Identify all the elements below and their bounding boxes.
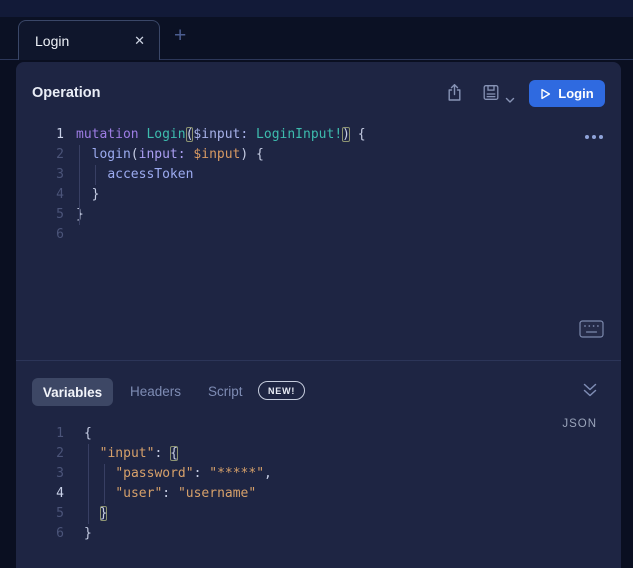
line-number: 3 (16, 165, 64, 185)
line-number: 6 (16, 225, 64, 245)
add-tab-button[interactable]: + (174, 21, 186, 51)
line-number: 6 (16, 524, 64, 544)
indent-guide (104, 464, 105, 504)
line-number: 5 (16, 504, 64, 524)
code-line[interactable]: 4 "user": "username" (16, 484, 621, 504)
panel-divider (16, 360, 621, 361)
line-number: 4 (16, 484, 64, 504)
run-button-label: Login (558, 86, 593, 101)
play-icon (540, 88, 551, 100)
code-line[interactable]: 6 (16, 225, 621, 245)
code-line[interactable]: 3 "password": "*****", (16, 464, 621, 484)
line-number: 4 (16, 185, 64, 205)
bottom-panel-tabs: Variables Headers Script NEW! (16, 378, 621, 406)
tab-headers[interactable]: Headers (130, 378, 181, 406)
top-toolbar-strip (0, 0, 633, 17)
code-text: "password": "*****", (84, 464, 272, 484)
graphql-ide-window: { "colors": { "accent_blue": "#2f6ae0", … (0, 0, 633, 568)
code-line[interactable]: 1{ (16, 424, 621, 444)
line-number: 2 (16, 444, 64, 464)
indent-guide (79, 145, 80, 225)
double-chevron-down-icon[interactable] (582, 383, 598, 403)
tab-script[interactable]: Script (208, 378, 243, 406)
code-line[interactable]: 3 accessToken (16, 165, 621, 185)
variables-editor[interactable]: 1{2 "input": {3 "password": "*****",4 "u… (16, 424, 621, 568)
keyboard-shortcuts-icon[interactable] (579, 320, 604, 343)
indent-guide (95, 165, 96, 185)
tab-login[interactable]: Login ✕ (18, 20, 160, 60)
indent-guide (88, 444, 89, 524)
code-line[interactable]: 5} (16, 205, 621, 225)
share-icon[interactable] (446, 83, 463, 107)
line-number: 2 (16, 145, 64, 165)
tab-bar: Login ✕ + (0, 17, 633, 60)
code-line[interactable]: 5 } (16, 504, 621, 524)
code-text: } (84, 524, 92, 544)
code-line[interactable]: 4 } (16, 185, 621, 205)
line-number: 5 (16, 205, 64, 225)
line-number: 1 (16, 125, 64, 145)
line-number: 1 (16, 424, 64, 444)
operation-card: Operation Login 1 mutation Login($input: … (16, 62, 621, 568)
operation-editor[interactable]: 1 mutation Login($input: LoginInput!) {2 … (16, 125, 621, 360)
new-badge: NEW! (258, 381, 305, 400)
code-text: "user": "username" (84, 484, 256, 504)
close-icon[interactable]: ✕ (134, 33, 159, 49)
line-number: 3 (16, 464, 64, 484)
code-line[interactable]: 2 login(input: $input) { (16, 145, 621, 165)
code-text: "input": { (84, 444, 178, 464)
code-line[interactable]: 6} (16, 524, 621, 544)
panel-title: Operation (32, 85, 100, 101)
tab-label: Login (19, 33, 134, 49)
code-text: { (84, 424, 92, 444)
tab-variables[interactable]: Variables (32, 378, 113, 406)
code-line[interactable]: 2 "input": { (16, 444, 621, 464)
code-text: login(input: $input) { (76, 145, 264, 165)
run-login-button[interactable]: Login (529, 80, 605, 107)
more-ellipsis-icon[interactable] (582, 132, 606, 142)
chevron-down-icon[interactable] (505, 91, 515, 109)
code-text: mutation Login($input: LoginInput!) { (76, 125, 366, 145)
save-icon[interactable] (482, 83, 500, 107)
code-text: accessToken (76, 165, 193, 185)
code-line[interactable]: 1 mutation Login($input: LoginInput!) { (16, 125, 621, 145)
